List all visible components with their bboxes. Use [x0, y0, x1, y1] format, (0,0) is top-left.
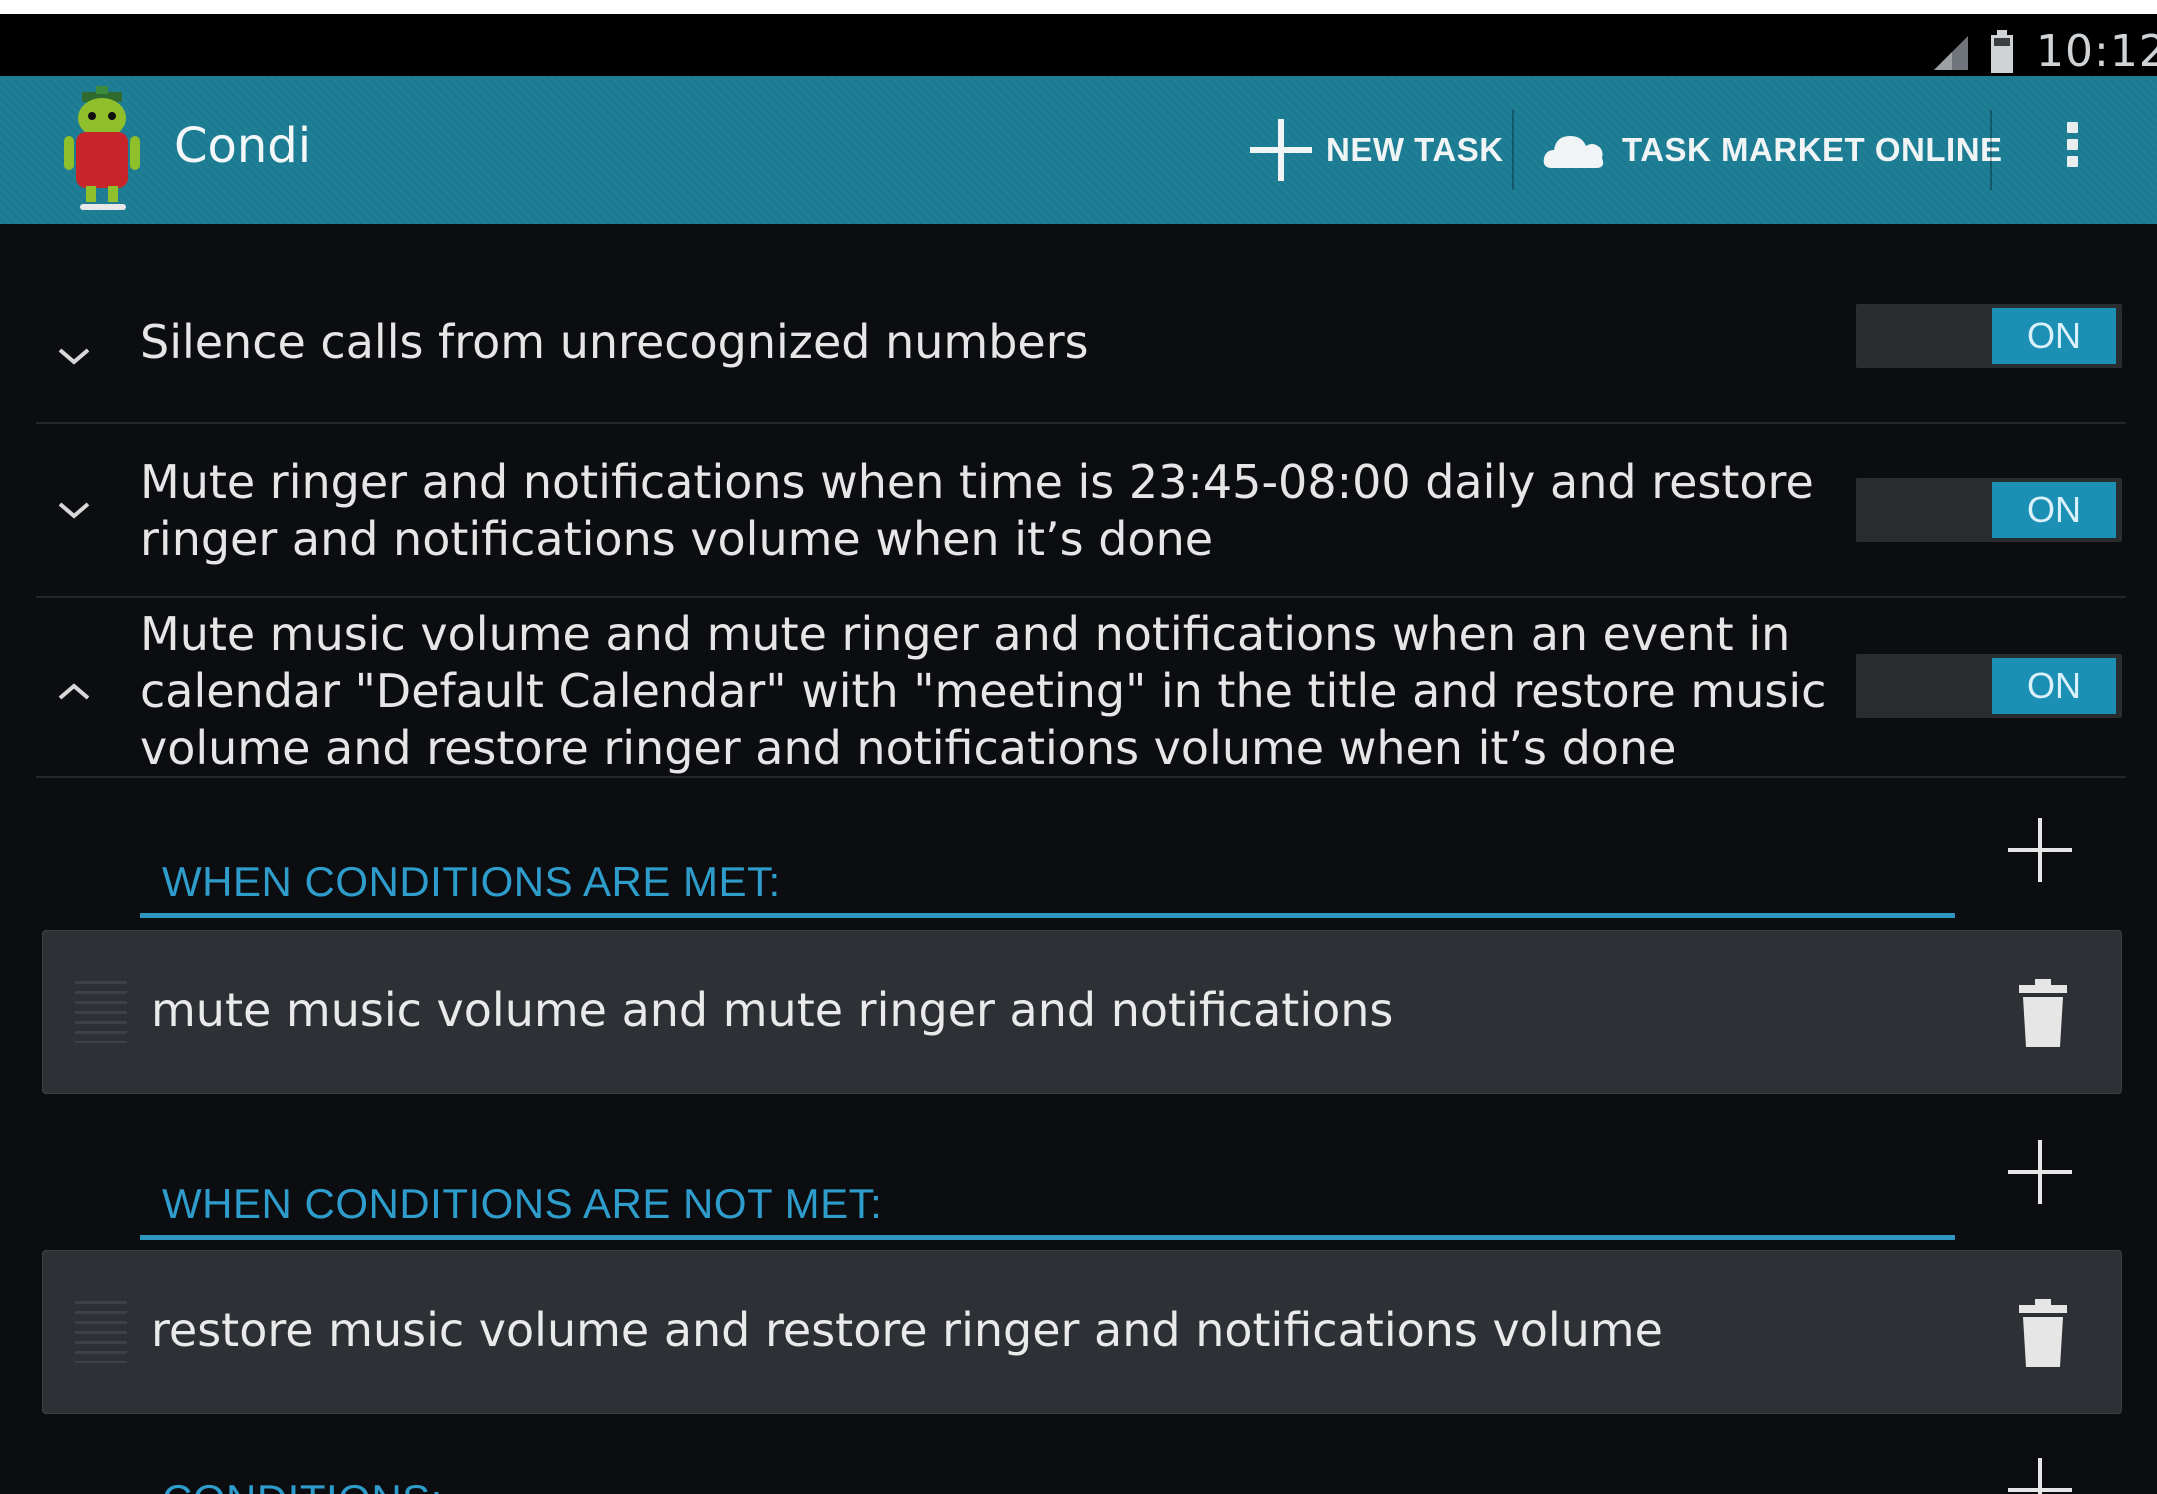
- trash-icon[interactable]: [2015, 977, 2071, 1049]
- new-task-button[interactable]: NEW TASK: [1248, 76, 1504, 224]
- section-header-not-met: WHEN CONDITIONS ARE NOT MET:: [140, 1170, 1955, 1240]
- plus-icon[interactable]: [2006, 816, 2074, 884]
- plus-icon[interactable]: [2006, 1456, 2074, 1494]
- task-market-label: TASK MARKET ONLINE: [1622, 131, 2003, 168]
- task-row[interactable]: Silence calls from unrecognized numbers …: [36, 290, 2126, 424]
- section-header-conditions: CONDITIONS:: [140, 1466, 1955, 1494]
- screen: 10:12 Condi NEW TASK TASK MARKET ONLINE …: [0, 0, 2157, 1494]
- task-row[interactable]: Mute ringer and notifications when time …: [36, 424, 2126, 598]
- section-title: WHEN CONDITIONS ARE NOT MET:: [162, 1180, 883, 1227]
- trash-icon[interactable]: [2015, 1297, 2071, 1369]
- chevron-up-icon[interactable]: [52, 670, 96, 714]
- task-market-button[interactable]: TASK MARKET ONLINE: [1542, 76, 2003, 224]
- signal-icon: [1934, 36, 1968, 70]
- cloud-icon: [1543, 136, 1604, 168]
- section-header-met: WHEN CONDITIONS ARE MET:: [140, 848, 1955, 918]
- task-description: Mute music volume and mute ringer and no…: [140, 607, 1827, 775]
- action-text: restore music volume and restore ringer …: [151, 1303, 1663, 1357]
- top-edge: [0, 0, 2157, 14]
- battery-icon: [1991, 30, 2013, 73]
- toggle-label: ON: [2027, 665, 2081, 706]
- toggle-label: ON: [2027, 315, 2081, 356]
- action-bar: Condi NEW TASK TASK MARKET ONLINE: [0, 76, 2157, 224]
- app-title: Condi: [174, 118, 312, 174]
- action-bar-divider: [1512, 110, 1514, 190]
- overflow-menu-icon[interactable]: [2052, 116, 2092, 186]
- action-bar-divider: [1990, 110, 1992, 190]
- plus-icon[interactable]: [2006, 1138, 2074, 1206]
- chevron-down-icon[interactable]: [52, 334, 96, 378]
- section-title: WHEN CONDITIONS ARE MET:: [162, 858, 781, 905]
- android-logo-icon: [64, 86, 140, 210]
- plus-icon: [1250, 119, 1312, 181]
- action-text: mute music volume and mute ringer and no…: [151, 983, 1394, 1037]
- action-item[interactable]: restore music volume and restore ringer …: [42, 1250, 2122, 1414]
- drag-handle-icon[interactable]: [75, 981, 127, 1043]
- task-toggle[interactable]: ON: [1856, 304, 2122, 368]
- new-task-label: NEW TASK: [1326, 131, 1504, 168]
- status-clock: 10:12: [2036, 26, 2157, 77]
- task-toggle[interactable]: ON: [1856, 478, 2122, 542]
- action-item[interactable]: mute music volume and mute ringer and no…: [42, 930, 2122, 1094]
- chevron-down-icon[interactable]: [52, 488, 96, 532]
- section-title: CONDITIONS:: [162, 1476, 443, 1494]
- task-row[interactable]: Mute music volume and mute ringer and no…: [36, 598, 2126, 778]
- status-bar: 10:12: [0, 14, 2157, 77]
- task-toggle[interactable]: ON: [1856, 654, 2122, 718]
- drag-handle-icon[interactable]: [75, 1301, 127, 1363]
- task-description: Silence calls from unrecognized numbers: [140, 315, 1089, 369]
- task-description: Mute ringer and notifications when time …: [140, 455, 1814, 566]
- toggle-label: ON: [2027, 489, 2081, 530]
